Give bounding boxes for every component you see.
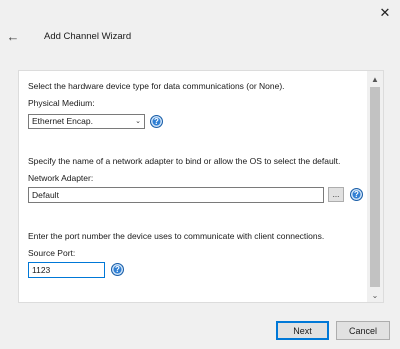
network-adapter-input[interactable]: Default [28,187,324,203]
source-port-value: 1123 [32,265,51,275]
source-port-description: Enter the port number the device uses to… [28,231,325,241]
physical-medium-select[interactable]: Ethernet Encap. ⌄ [28,114,145,129]
source-port-label: Source Port: [28,248,76,258]
wizard-content-panel: Select the hardware device type for data… [18,70,384,303]
network-adapter-label: Network Adapter: [28,173,94,183]
physical-medium-help-icon[interactable]: ? [150,115,163,128]
physical-medium-value: Ethernet Encap. [32,116,93,126]
chevron-down-icon: ⌄ [135,118,141,125]
scroll-down-icon[interactable]: ⌄ [369,289,381,301]
next-button[interactable]: Next [276,321,329,340]
network-adapter-description: Specify the name of a network adapter to… [28,156,341,166]
network-adapter-value: Default [32,190,59,200]
source-port-input[interactable]: 1123 [28,262,105,278]
physical-medium-label: Physical Medium: [28,98,95,108]
network-adapter-browse-button[interactable]: ... [328,187,344,202]
physical-medium-description: Select the hardware device type for data… [28,81,285,91]
vertical-scrollbar[interactable]: ▲ ⌄ [367,71,383,302]
network-adapter-help-icon[interactable]: ? [350,188,363,201]
back-arrow-icon: ← [6,28,20,44]
scroll-up-icon[interactable]: ▲ [369,73,381,85]
source-port-help-icon[interactable]: ? [111,263,124,276]
ellipsis-icon: ... [332,190,340,199]
scroll-thumb[interactable] [370,87,380,287]
close-button[interactable]: ✕ [375,4,395,22]
back-button[interactable]: ← [4,27,22,45]
wizard-title: Add Channel Wizard [44,31,132,42]
cancel-button[interactable]: Cancel [336,321,390,340]
close-icon: ✕ [379,5,391,20]
